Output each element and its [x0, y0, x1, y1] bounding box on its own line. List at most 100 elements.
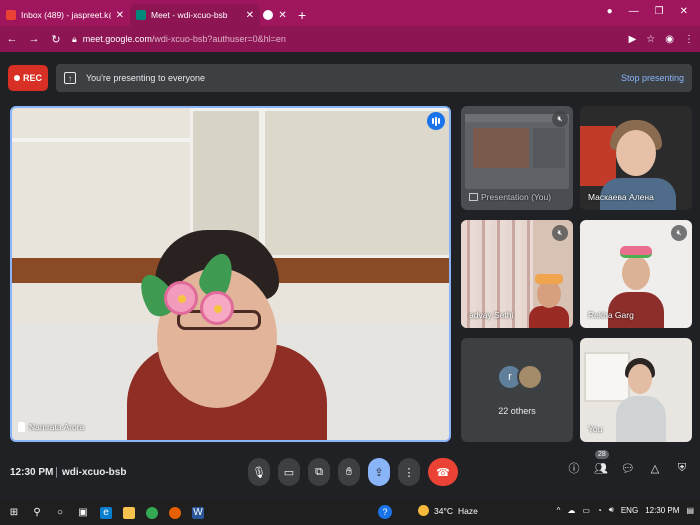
notifications-icon[interactable]: ▤	[686, 506, 694, 515]
speaking-indicator-icon	[427, 112, 445, 130]
task-view-icon[interactable]: ▣	[77, 507, 89, 519]
tray-arrow-icon[interactable]: ^	[557, 506, 561, 515]
separator: |	[55, 466, 58, 478]
tile-label: Presentation (You)	[481, 192, 552, 202]
url-field[interactable]: 🔒︎ meet.google.com/wdi-xcuo-bsb?authuser…	[72, 29, 619, 49]
cortana-icon[interactable]: ○	[54, 507, 66, 519]
participant-name: Namrata Arora	[29, 422, 85, 432]
close-icon[interactable]: ✕	[278, 10, 286, 21]
participants-button[interactable]: 28 👥︎	[593, 450, 609, 476]
more-vert-icon: ⋮	[403, 466, 415, 479]
tile-label: Маскаева Алена	[588, 192, 654, 202]
weather-sun-icon	[418, 505, 429, 516]
rec-label: REC	[22, 73, 42, 83]
cloud-icon[interactable]: ☁	[567, 506, 575, 515]
tab-gmail[interactable]: Inbox (489) - jaspreet.k@theindia ✕	[0, 4, 130, 26]
stop-presenting-button[interactable]: Stop presenting	[621, 73, 684, 83]
bookmark-star-icon[interactable]: ☆	[646, 34, 655, 45]
maximize-icon[interactable]: ❐	[655, 6, 664, 17]
chrome-icon[interactable]	[146, 506, 158, 519]
activities-icon: △	[650, 462, 660, 475]
tab-title: Inbox (489) - jaspreet.k@theindia	[21, 10, 111, 20]
phone-hangup-icon: ☎	[436, 466, 450, 479]
tab-title: Meet - wdi-xcuo-bsb	[151, 10, 228, 20]
side-panel-controls: ⓘ 28 👥︎ 💬︎ △ ⛨	[566, 450, 690, 476]
tile-participant-rekha[interactable]: 🔇︎ Rekha Garg	[580, 220, 692, 328]
captions-icon: ⧉	[315, 465, 323, 478]
weather-widget[interactable]: 34°C Haze	[418, 505, 478, 516]
chat-button[interactable]: 💬︎	[620, 460, 636, 476]
tab-meet[interactable]: Meet - wdi-xcuo-bsb ✕	[130, 4, 260, 26]
people-icon: 👥︎	[594, 462, 608, 475]
others-count-label: 22 others	[498, 406, 536, 416]
tab-recording[interactable]: ✕	[260, 4, 290, 26]
word-icon[interactable]: W	[192, 506, 204, 519]
mic-icon: 🎙︎	[252, 466, 266, 479]
present-screen-icon: ↑	[64, 72, 76, 84]
file-explorer-icon[interactable]	[123, 506, 135, 519]
close-icon[interactable]: ✕	[246, 10, 254, 21]
system-tray: ^ ☁ ▭ ◔ 🔊︎ ENG 12:30 PM ▤	[557, 505, 694, 515]
help-icon[interactable]: ?	[378, 505, 392, 519]
close-icon[interactable]: ✕	[116, 10, 124, 21]
tile-label: You	[588, 424, 603, 434]
camera-icon[interactable]: ▶	[629, 34, 637, 45]
taskbar-clock[interactable]: 12:30 PM	[645, 506, 679, 515]
lock-icon: 🔒︎	[72, 33, 77, 44]
raise-hand-button[interactable]: ✋︎	[338, 458, 360, 486]
pin-icon[interactable]	[18, 422, 25, 432]
meeting-controls-bar: 12:30 PM | wdi-xcuo-bsb 🎙︎ ▭ ⧉ ✋︎ ⇪ ⋮ ☎ …	[0, 450, 700, 496]
activities-button[interactable]: △	[647, 460, 663, 476]
call-controls: 🎙︎ ▭ ⧉ ✋︎ ⇪ ⋮ ☎	[248, 458, 458, 486]
meeting-details-button[interactable]: ⓘ	[566, 460, 582, 476]
presenting-info: ↑ You're presenting to everyone Stop pre…	[56, 64, 692, 92]
others-avatars: r	[497, 364, 543, 390]
firefox-icon[interactable]	[169, 506, 181, 519]
leave-call-button[interactable]: ☎	[428, 458, 458, 486]
meeting-code: wdi-xcuo-bsb	[62, 467, 127, 478]
chat-icon: 💬︎	[621, 462, 635, 475]
tile-self-view[interactable]: You	[580, 338, 692, 442]
main-video-tile[interactable]: Namrata Arora	[10, 106, 451, 442]
window-controls: ● — ❐ ✕	[607, 0, 700, 22]
back-icon[interactable]: ←	[6, 33, 18, 45]
present-button[interactable]: ⇪	[368, 458, 390, 486]
minimize-icon[interactable]: —	[629, 6, 639, 17]
host-controls-button[interactable]: ⛨	[674, 460, 690, 476]
mic-off-icon: 🔇︎	[552, 111, 568, 127]
windows-start-icon[interactable]: ⊞	[8, 507, 20, 519]
search-icon[interactable]: ⚲	[31, 507, 43, 519]
weather-temperature: 34°C	[434, 505, 453, 516]
new-tab-button[interactable]: +	[290, 4, 314, 26]
participant-name-tag: Namrata Arora	[18, 422, 84, 432]
tile-others[interactable]: r 22 others	[461, 338, 573, 442]
presenting-message: You're presenting to everyone	[86, 73, 205, 83]
wifi-icon[interactable]: ◔	[597, 506, 602, 515]
meeting-time: 12:30 PM	[10, 467, 54, 478]
mic-off-icon: 🔇︎	[671, 225, 687, 241]
windows-taskbar: ⊞ ⚲ ○ ▣ e W ? 34°C Haze ^ ☁ ▭ ◔ 🔊︎ ENG 1…	[0, 500, 700, 525]
tile-label: Rekha Garg	[588, 310, 634, 320]
meet-icon	[136, 10, 146, 20]
profile-icon[interactable]: ●	[607, 6, 613, 17]
more-options-button[interactable]: ⋮	[398, 458, 420, 486]
tile-participant-alena[interactable]: Маскаева Алена	[580, 106, 692, 210]
tile-presentation[interactable]: 🔇︎ Presentation (You)	[461, 106, 573, 210]
edge-icon[interactable]: e	[100, 506, 112, 519]
extension-icon[interactable]: ◉	[665, 34, 674, 45]
camera-button[interactable]: ▭	[278, 458, 300, 486]
captions-button[interactable]: ⧉	[308, 458, 330, 486]
reload-icon[interactable]: ↻	[50, 33, 62, 46]
gmail-icon	[6, 10, 16, 20]
tile-participant-advay[interactable]: 🔇︎ advay Sethi	[461, 220, 573, 328]
microphone-button[interactable]: 🎙︎	[248, 458, 270, 486]
volume-icon[interactable]: 🔊︎	[609, 505, 614, 515]
language-indicator[interactable]: ENG	[621, 506, 638, 515]
url-host: meet.google.com	[82, 34, 152, 44]
weather-description: Haze	[458, 505, 478, 516]
address-bar: ← → ↻ 🔒︎ meet.google.com/wdi-xcuo-bsb?au…	[0, 26, 700, 52]
menu-icon[interactable]: ⋮	[684, 34, 694, 45]
battery-icon[interactable]: ▭	[582, 506, 590, 515]
forward-icon[interactable]: →	[28, 33, 40, 45]
close-window-icon[interactable]: ✕	[680, 6, 688, 17]
